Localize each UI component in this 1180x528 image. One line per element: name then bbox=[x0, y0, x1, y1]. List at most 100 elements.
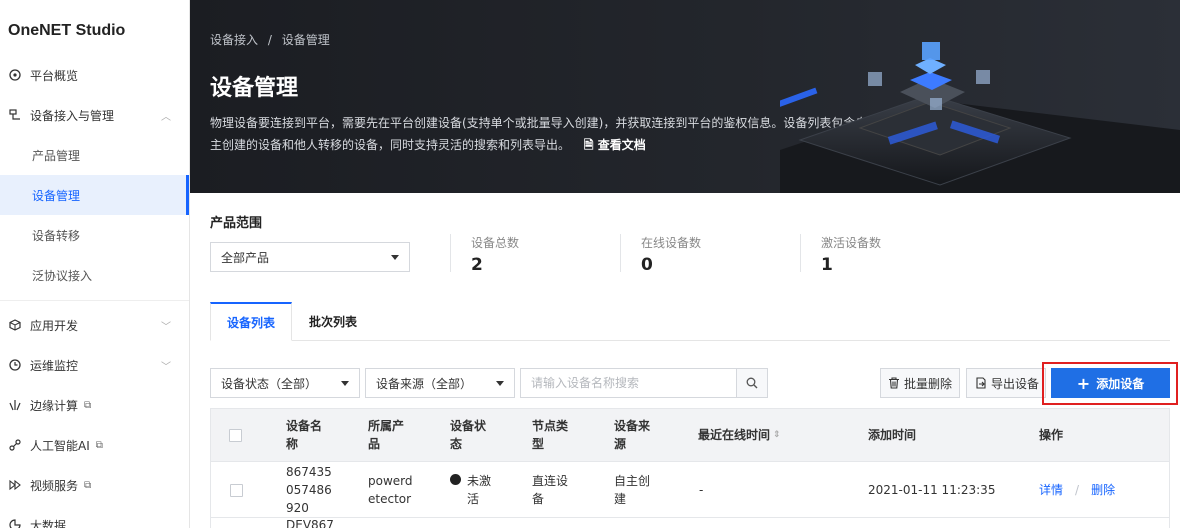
stat-active-value: 1 bbox=[821, 255, 833, 275]
dashboard-icon bbox=[8, 68, 22, 82]
sidebar-item-app-dev[interactable]: 应用开发 ﹀ bbox=[0, 305, 189, 345]
add-device-label: 添加设备 bbox=[1096, 376, 1145, 391]
stat-online-value: 0 bbox=[641, 255, 653, 275]
stat-total-value: 2 bbox=[471, 255, 483, 275]
view-docs-label: 查看文档 bbox=[597, 138, 646, 152]
column-product: 所属产 品 bbox=[368, 419, 405, 451]
cell-node-type: 直连设 备 bbox=[532, 474, 569, 506]
column-added-time: 添加时间 bbox=[868, 428, 917, 442]
stat-active-devices: 激活设备数 1 bbox=[800, 234, 882, 275]
page-title: 设备管理 bbox=[210, 76, 299, 101]
cell-status: 未激 活 bbox=[450, 462, 491, 518]
sidebar-subitem-product[interactable]: 产品管理 bbox=[0, 135, 189, 175]
chevron-up-icon: ︿ bbox=[161, 111, 171, 123]
delete-link[interactable]: 删除 bbox=[1091, 481, 1115, 499]
caret-down-icon bbox=[341, 381, 349, 386]
cell-device-name: DEV867 bbox=[286, 518, 334, 528]
sidebar-subitem-transfer[interactable]: 设备转移 bbox=[0, 215, 189, 255]
column-actions: 操作 bbox=[1039, 428, 1064, 442]
sidebar-item-label: 设备接入与管理 bbox=[30, 108, 115, 123]
column-device-name: 设备名 称 bbox=[286, 419, 323, 451]
description-line-1: 物理设备要连接到平台，需要先在平台创建设备(支持单个或批量导入创建)，并获取连接… bbox=[210, 116, 868, 130]
add-device-button[interactable]: + 添加设备 bbox=[1051, 368, 1170, 398]
sidebar-item-label: 人工智能AI bbox=[30, 438, 90, 453]
bigdata-icon bbox=[8, 518, 22, 528]
ai-icon bbox=[8, 438, 22, 452]
cube-icon bbox=[8, 318, 22, 332]
column-node-type: 节点类 型 bbox=[532, 419, 569, 451]
inactive-status-icon bbox=[450, 474, 461, 485]
sidebar-item-label: 平台概览 bbox=[30, 68, 79, 83]
table-header: 设备名 称 所属产 品 设备状 态 节点类 型 设备来 源 最近在线时间 ⇕ 添… bbox=[210, 408, 1170, 462]
sidebar-subitem-device[interactable]: 设备管理 bbox=[0, 175, 189, 215]
page-banner: 设备接入 / 设备管理 设备管理 物理设备要连接到平台，需要先在平台创建设备(支… bbox=[190, 0, 1180, 193]
cell-product: powerd etector bbox=[368, 474, 413, 506]
detail-link[interactable]: 详情 bbox=[1039, 481, 1063, 499]
sidebar-item-label: 边缘计算 bbox=[30, 398, 79, 413]
export-devices-button[interactable]: 导出设备 bbox=[966, 368, 1046, 398]
plus-icon: + bbox=[1076, 373, 1091, 393]
device-icon bbox=[8, 108, 22, 122]
sidebar-item-bigdata[interactable]: 大数据 bbox=[0, 505, 189, 528]
stat-total-label: 设备总数 bbox=[471, 236, 520, 250]
product-select-value: 全部产品 bbox=[221, 250, 270, 265]
product-select[interactable]: 全部产品 bbox=[210, 242, 410, 272]
description-line-2: 主创建的设备和他人转移的设备，同时支持灵活的搜索和列表导出。 bbox=[210, 138, 571, 152]
sidebar-item-overview[interactable]: 平台概览 bbox=[0, 55, 189, 95]
search-icon bbox=[746, 377, 758, 389]
device-source-select[interactable]: 设备来源（全部） bbox=[365, 368, 515, 398]
chevron-down-icon: ﹀ bbox=[161, 361, 171, 373]
device-status-value: 设备状态（全部） bbox=[221, 376, 318, 391]
view-docs-link[interactable]: 🗎 查看文档 bbox=[584, 138, 646, 152]
search-button[interactable] bbox=[736, 369, 767, 397]
sidebar-item-edge[interactable]: 边缘计算 ⧉ bbox=[0, 385, 189, 425]
stat-active-label: 激活设备数 bbox=[821, 236, 882, 250]
search-input[interactable] bbox=[521, 369, 735, 397]
stat-online-devices: 在线设备数 0 bbox=[620, 234, 702, 275]
sidebar-subitem-generic-protocol[interactable]: 泛协议接入 bbox=[0, 255, 189, 295]
column-last-online[interactable]: 最近在线时间 ⇕ bbox=[698, 409, 781, 461]
row-checkbox-cell bbox=[230, 462, 243, 518]
batch-delete-button[interactable]: 批量删除 bbox=[880, 368, 960, 398]
table-row: DEV867 bbox=[210, 518, 1170, 528]
cell-last-online: - bbox=[699, 483, 704, 497]
column-status: 设备状 态 bbox=[450, 419, 487, 451]
column-last-online-label: 最近在线时间 bbox=[698, 428, 771, 442]
video-icon bbox=[8, 478, 22, 492]
column-source: 设备来 源 bbox=[614, 419, 651, 451]
stat-online-label: 在线设备数 bbox=[641, 236, 702, 250]
sidebar-item-label: 运维监控 bbox=[30, 358, 79, 373]
export-icon bbox=[976, 377, 986, 389]
device-status-select[interactable]: 设备状态（全部） bbox=[210, 368, 360, 398]
export-devices-label: 导出设备 bbox=[991, 376, 1040, 391]
product-range-label: 产品范围 bbox=[210, 216, 263, 231]
breadcrumb: 设备接入 / 设备管理 bbox=[210, 31, 336, 48]
sidebar-item-ai[interactable]: 人工智能AI ⧉ bbox=[0, 425, 189, 465]
cell-device-name: 867435 057486 920 bbox=[286, 465, 332, 515]
sidebar-item-video[interactable]: 视频服务 ⧉ bbox=[0, 465, 189, 505]
sidebar-item-label: 大数据 bbox=[30, 518, 67, 528]
select-all-checkbox[interactable] bbox=[229, 428, 242, 442]
breadcrumb-separator: / bbox=[267, 33, 272, 47]
breadcrumb-current: 设备管理 bbox=[281, 33, 330, 47]
device-source-value: 设备来源（全部） bbox=[376, 376, 473, 391]
sidebar: OneNET Studio 平台概览 设备接入与管理 ︿ 产品管理 设备管理 设… bbox=[0, 0, 190, 528]
action-separator: / bbox=[1075, 483, 1080, 497]
cell-added-time: 2021-01-11 11:23:35 bbox=[868, 483, 996, 497]
external-link-icon: ⧉ bbox=[84, 399, 92, 411]
breadcrumb-device-access[interactable]: 设备接入 bbox=[210, 33, 258, 47]
tab-device-list[interactable]: 设备列表 bbox=[210, 302, 292, 341]
document-icon: 🗎 bbox=[583, 138, 594, 152]
row-checkbox[interactable] bbox=[230, 483, 243, 497]
header-checkbox-cell bbox=[229, 409, 242, 461]
sort-icon: ⇕ bbox=[773, 430, 781, 440]
table-row: 867435 057486 920 powerd etector 未激 活 直连… bbox=[210, 462, 1170, 518]
sidebar-item-device-access[interactable]: 设备接入与管理 ︿ bbox=[0, 95, 189, 135]
tab-batch-list[interactable]: 批次列表 bbox=[292, 302, 374, 341]
device-search bbox=[520, 368, 768, 398]
chip-illustration bbox=[780, 42, 1180, 193]
chevron-down-icon: ﹀ bbox=[161, 321, 171, 333]
sidebar-item-label: 视频服务 bbox=[30, 478, 79, 493]
sidebar-item-ops[interactable]: 运维监控 ﹀ bbox=[0, 345, 189, 385]
sidebar-divider bbox=[0, 300, 189, 301]
